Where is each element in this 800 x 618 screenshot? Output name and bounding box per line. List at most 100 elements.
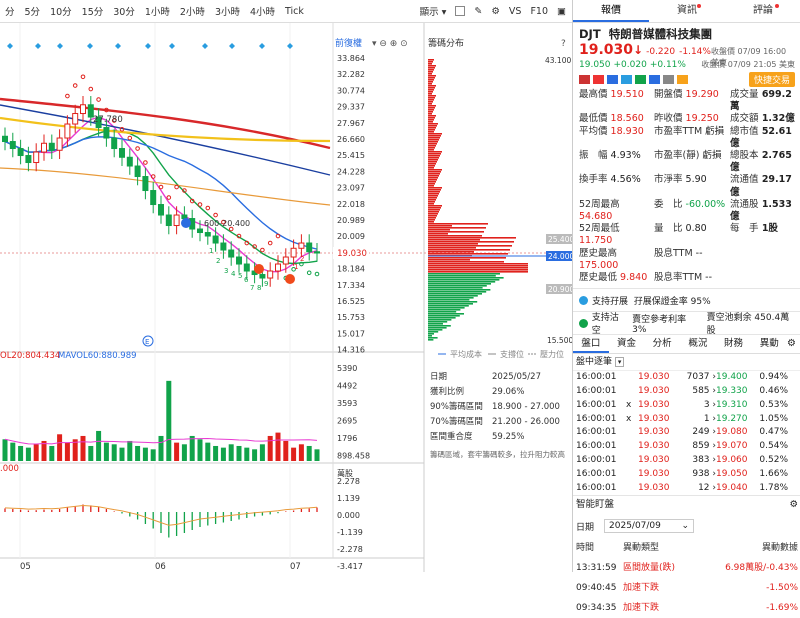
margin-icon[interactable] bbox=[621, 75, 632, 84]
candle[interactable] bbox=[2, 135, 8, 143]
adjust-dropdown-icon[interactable]: ▾ ⊖ ⊕ ⊙ bbox=[372, 39, 408, 49]
candle[interactable] bbox=[298, 242, 305, 249]
quick-trade-button[interactable]: 快捷交易 bbox=[748, 72, 795, 87]
timeframe-15m[interactable]: 15分 bbox=[77, 4, 109, 18]
dist-title: 籌碼分布 bbox=[428, 37, 464, 49]
timeframe-3h[interactable]: 3小時 bbox=[210, 4, 245, 18]
subtab-5[interactable]: 異動 bbox=[751, 335, 787, 353]
tab-comments[interactable]: 評論 bbox=[725, 0, 800, 22]
candle[interactable] bbox=[275, 263, 281, 272]
alert-row[interactable]: 09:40:45 加速下跌 -1.50% bbox=[573, 578, 800, 598]
display-checkbox[interactable] bbox=[455, 6, 466, 16]
subtab-1[interactable]: 資金 bbox=[609, 335, 645, 353]
alert-row[interactable]: 13:31:59 區間放量(跌) 6.98萬股/-0.43% bbox=[573, 558, 800, 578]
timeframe-2h[interactable]: 2小時 bbox=[175, 4, 210, 18]
candle[interactable] bbox=[197, 228, 203, 234]
timeframe-1h[interactable]: 1小時 bbox=[140, 4, 175, 18]
subtab-3[interactable]: 概況 bbox=[680, 335, 716, 353]
subtab-4[interactable]: 財務 bbox=[716, 335, 752, 353]
candle[interactable] bbox=[103, 127, 110, 139]
candle[interactable] bbox=[72, 113, 79, 125]
candle[interactable] bbox=[220, 242, 227, 251]
chart-icon[interactable] bbox=[593, 75, 604, 84]
stock-chart[interactable]: 33.864 32.282 30.774 29.337 27.967 26.660 25.4… bbox=[0, 23, 572, 572]
candle[interactable] bbox=[314, 251, 320, 254]
candle[interactable] bbox=[150, 190, 157, 206]
candle[interactable] bbox=[290, 247, 297, 258]
help-icon[interactable]: ? bbox=[561, 39, 566, 49]
timeframe-partial[interactable]: 分 bbox=[0, 4, 20, 18]
candle[interactable] bbox=[267, 270, 274, 279]
chip-bar bbox=[428, 319, 452, 321]
candle[interactable] bbox=[243, 263, 250, 272]
subtab-2[interactable]: 分析 bbox=[644, 335, 680, 353]
star-icon[interactable] bbox=[677, 75, 688, 84]
candle[interactable] bbox=[9, 141, 16, 150]
candle[interactable] bbox=[181, 214, 188, 220]
smart-monitor-header: 智能盯盤 ⚙ bbox=[573, 495, 800, 514]
quote-row: 振 幅 4.93% 市盈率(靜) 虧損 總股本 2.765億 bbox=[579, 150, 795, 174]
candle[interactable] bbox=[173, 214, 180, 227]
display-menu[interactable]: 顯示 ▾ bbox=[420, 4, 447, 18]
sell-marker-icon[interactable] bbox=[285, 274, 295, 284]
quote-value: 4.93% bbox=[607, 150, 641, 162]
candle[interactable] bbox=[119, 148, 125, 158]
count-label: 8 bbox=[257, 284, 261, 292]
collapse-icon[interactable]: ▣ bbox=[557, 6, 566, 17]
candle[interactable] bbox=[212, 235, 219, 244]
candle[interactable] bbox=[64, 123, 71, 139]
candle[interactable] bbox=[48, 142, 55, 151]
candle[interactable] bbox=[204, 232, 211, 237]
candle[interactable] bbox=[111, 137, 118, 150]
date-select[interactable]: 2025/07/09 ⌄ bbox=[604, 519, 695, 534]
quote-label: 52周最低 bbox=[579, 223, 620, 235]
candle[interactable] bbox=[228, 249, 235, 258]
subtab-settings-icon[interactable]: ⚙ bbox=[787, 335, 800, 353]
timeframe-tick[interactable]: Tick bbox=[280, 6, 309, 17]
dist-top-price: 43.100 bbox=[545, 56, 571, 65]
candle[interactable] bbox=[165, 214, 172, 227]
candle[interactable] bbox=[142, 176, 149, 192]
candle[interactable] bbox=[17, 148, 24, 157]
quote-value: 虧損 bbox=[702, 125, 725, 137]
volume-bar bbox=[33, 444, 39, 461]
candle[interactable] bbox=[236, 256, 242, 265]
draw-icon[interactable]: ✎ bbox=[474, 6, 482, 17]
tab-news[interactable]: 資訊 bbox=[649, 0, 725, 22]
f10-button[interactable]: F10 bbox=[530, 6, 548, 17]
timeframe-30m[interactable]: 30分 bbox=[108, 4, 140, 18]
tick-dropdown-icon[interactable]: ▾ bbox=[614, 357, 625, 368]
candle[interactable] bbox=[33, 151, 40, 164]
candle[interactable] bbox=[80, 104, 86, 115]
candle[interactable] bbox=[134, 165, 141, 178]
candle[interactable] bbox=[282, 256, 289, 265]
candle[interactable] bbox=[56, 137, 63, 151]
candle[interactable] bbox=[41, 142, 47, 153]
signal-diamond-icon bbox=[202, 43, 208, 49]
sell-marker-icon[interactable] bbox=[254, 264, 264, 274]
candle[interactable] bbox=[306, 242, 313, 253]
candle[interactable] bbox=[259, 274, 266, 279]
subtab-0[interactable]: 盤口 bbox=[573, 335, 609, 354]
alert-icon[interactable] bbox=[649, 75, 660, 84]
info-icon[interactable] bbox=[607, 75, 618, 84]
vs-button[interactable]: VS bbox=[509, 6, 522, 17]
alert-row[interactable]: 09:34:35 加速下跌 -1.69% bbox=[573, 598, 800, 618]
monitor-settings-icon[interactable]: ⚙ bbox=[789, 498, 798, 512]
short-icon[interactable] bbox=[635, 75, 646, 84]
candle[interactable] bbox=[158, 204, 164, 216]
timeframe-5m[interactable]: 5分 bbox=[20, 4, 46, 18]
candle[interactable] bbox=[25, 155, 32, 164]
bell-icon[interactable] bbox=[663, 75, 674, 84]
buy-marker-icon[interactable] bbox=[181, 218, 191, 228]
tab-quote[interactable]: 報價 bbox=[573, 0, 649, 22]
candle[interactable] bbox=[126, 156, 133, 167]
settings-icon[interactable]: ⚙ bbox=[491, 6, 500, 17]
sar-dot bbox=[143, 160, 148, 165]
timeframe-10m[interactable]: 10分 bbox=[45, 4, 77, 18]
timeframe-4h[interactable]: 4小時 bbox=[245, 4, 280, 18]
chip-bar bbox=[428, 103, 432, 105]
alert-header: 時間 異動類型 異動數據 bbox=[576, 543, 798, 554]
adjust-label[interactable]: 前復權 bbox=[335, 37, 362, 49]
alert-time: 13:31:59 bbox=[576, 563, 617, 574]
